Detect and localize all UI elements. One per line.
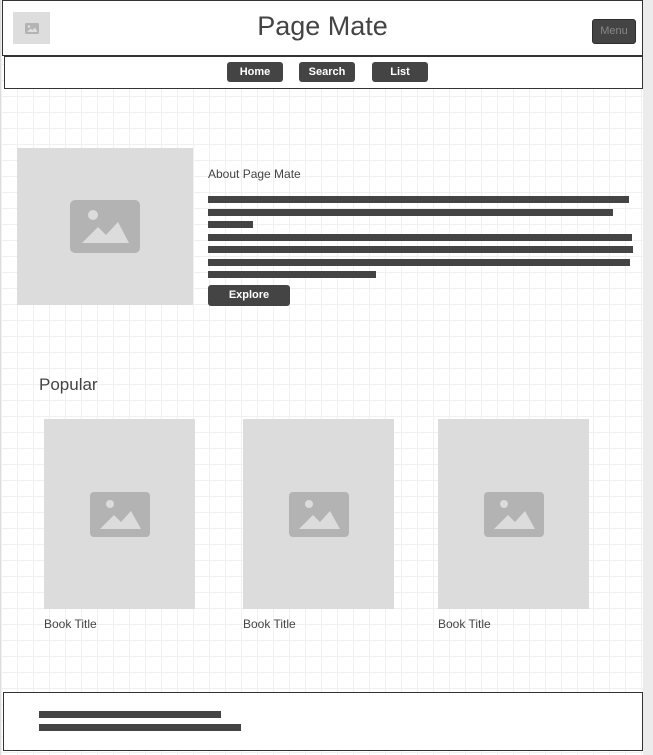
image-icon	[70, 200, 140, 253]
image-icon	[483, 491, 544, 537]
nav-home-button[interactable]: Home	[227, 62, 283, 82]
book-cover[interactable]	[44, 419, 195, 609]
text-placeholder-line	[208, 246, 633, 253]
logo[interactable]	[13, 12, 50, 44]
about-heading: About Page Mate	[208, 167, 301, 181]
book-cover[interactable]	[438, 419, 589, 609]
image-icon	[24, 22, 39, 34]
footer-text-placeholder	[39, 724, 241, 731]
about-image	[17, 148, 193, 305]
book-title[interactable]: Book Title	[438, 617, 491, 631]
footer-text-placeholder	[39, 711, 221, 718]
explore-button[interactable]: Explore	[208, 285, 290, 306]
page-canvas: Page Mate Menu Home Search List About Pa…	[0, 0, 643, 755]
text-placeholder-line	[208, 271, 376, 278]
image-icon	[288, 491, 349, 537]
nav-bar: Home Search List	[4, 56, 643, 89]
nav-list-button[interactable]: List	[372, 62, 428, 82]
menu-button[interactable]: Menu	[592, 19, 636, 44]
text-placeholder-line	[208, 234, 632, 241]
nav-search-button[interactable]: Search	[299, 62, 355, 82]
text-placeholder-line	[208, 209, 613, 216]
book-title[interactable]: Book Title	[44, 617, 97, 631]
popular-heading: Popular	[39, 375, 98, 394]
text-placeholder-line	[208, 221, 253, 228]
book-cover[interactable]	[243, 419, 394, 609]
page-title: Page Mate	[257, 11, 388, 41]
text-placeholder-line	[208, 259, 630, 266]
header: Page Mate Menu	[2, 0, 643, 56]
book-title[interactable]: Book Title	[243, 617, 296, 631]
image-icon	[89, 491, 150, 537]
text-placeholder-line	[208, 196, 629, 203]
footer	[3, 692, 643, 751]
